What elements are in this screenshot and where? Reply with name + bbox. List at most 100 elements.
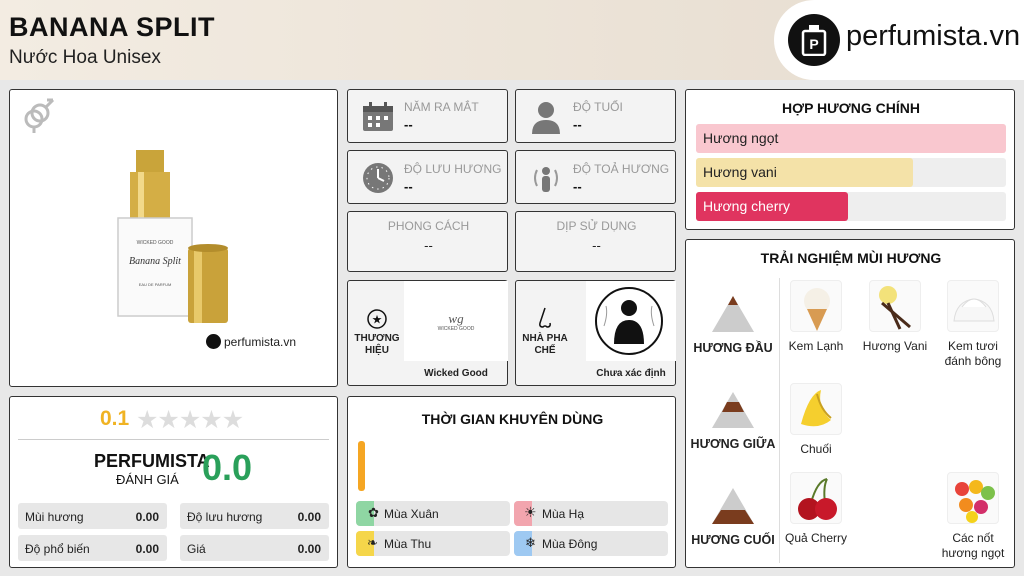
star-icon[interactable]: ★ [136,406,158,434]
ice-cream-image[interactable] [790,280,842,332]
perfumer-card[interactable]: NHÀ PHA CHẾ Chưa xác định [515,280,676,386]
info-occasion: DỊP SỬ DỤNG -- [515,211,676,272]
svg-text:★: ★ [372,313,383,327]
rating-cell-longevity: Độ lưu hương 0.00 [180,503,329,529]
middle-pyramid-icon [712,392,754,428]
note-banana: Chuối [800,442,832,456]
star-icon[interactable]: ★ [157,406,179,434]
accord-bar: Hương cherry [696,192,1006,221]
season-spring[interactable]: ✿ Mùa Xuân [356,501,510,526]
day-indicator-bar [358,441,365,491]
svg-text:P: P [809,36,818,52]
perfumer-avatar-area [586,281,676,361]
rating-cell-price: Giá 0.00 [180,535,329,561]
brand-logo-area: wg WICKED GOOD [404,281,508,361]
star-icon[interactable]: ★ [179,406,201,434]
watermark: perfumista.vn [206,334,296,349]
info-longevity: ĐỘ LƯU HƯƠNG -- [347,150,508,204]
star-icon[interactable]: ★ [200,406,222,434]
rating-big-score: 0.0 [202,447,253,488]
vanilla-image[interactable] [869,280,921,332]
notes-card: TRẢI NGHIỆM MÙI HƯƠNG HƯƠNG ĐẦU HƯƠNG GI… [685,239,1015,568]
style-value: -- [424,238,433,253]
watermark-logo-icon [206,334,221,349]
brand-label: THƯƠNG HIỆU [354,333,400,356]
rating-eval-label: ĐÁNH GIÁ [116,472,179,487]
note-sweet: Các nốt hương ngọt [941,531,1005,560]
season-card: THỜI GIAN KHUYÊN DÙNG ✿ Mùa Xuân ☀ Mùa Hạ … [347,396,676,568]
accords-card: HỢP HƯƠNG CHÍNH Hương ngọt Hương vani Hư… [685,89,1015,230]
bottle-type: EAU DE PARFUM [139,282,172,287]
note-whipped-cream: Kem tươi đánh bông [944,339,1002,368]
accord-bar: Hương ngọt [696,124,1006,153]
perfumer-label: NHÀ PHA CHẾ [522,333,568,356]
accords-title: HỢP HƯƠNG CHÍNH [782,100,920,116]
notes-divider [779,278,780,563]
whipped-cream-image[interactable] [947,280,999,332]
brand-card[interactable]: ★ THƯƠNG HIỆU wg WICKED GOOD Wicked Good [347,280,508,386]
bottle-name: Banana Split [129,256,181,267]
age-label: ĐỘ TUỔI [573,100,623,114]
perfumer-avatar-icon [595,287,663,355]
release-value: -- [404,117,413,132]
site-logo[interactable]: P perfumista.vn [774,0,1024,80]
top-notes-label: HƯƠNG ĐẦU [693,341,773,355]
accord-bar: Hương vani [696,158,1006,187]
perfume-title: BANANA SPLIT [9,12,215,42]
star-icon[interactable]: ★ [222,406,244,434]
occasion-value: -- [592,238,601,253]
perfumer-name[interactable]: Chưa xác định [586,368,676,379]
longevity-label: ĐỘ LƯU HƯƠNG [404,162,502,176]
rating-cell-scent: Mùi hương 0.00 [18,503,167,529]
info-release: NĂM RA MẮT -- [347,89,508,143]
sun-icon: ☀ [524,504,537,520]
sillage-value: -- [573,179,582,194]
top-pyramid-icon [712,296,754,332]
perfume-bottle-image: WICKED GOOD Banana Split EAU DE PARFUM [117,150,228,323]
rating-brand: PERFUMISTA [94,451,210,471]
season-title: THỜI GIAN KHUYÊN DÙNG [421,411,604,427]
flower-icon: ✿ [368,505,379,520]
person-icon [532,102,560,134]
clock-icon [363,163,393,193]
perfume-subtitle: Nước Hoa Unisex [9,47,161,68]
bottle-brand: WICKED GOOD [137,240,174,246]
sweet-notes-image[interactable] [947,472,999,524]
radiating-person-icon [534,167,558,192]
sillage-label: ĐỘ TOẢ HƯƠNG [573,162,670,176]
longevity-value: -- [404,179,413,194]
unisex-icon [24,98,55,133]
note-ice-cream: Kem Lạnh [788,339,844,353]
logo-text: perfumista.vn [846,20,1021,52]
info-age: ĐỘ TUỔI -- [515,89,676,143]
divider [18,439,329,440]
notes-title: TRẢI NGHIỆM MÙI HƯƠNG [760,250,942,266]
base-pyramid-icon [712,488,754,524]
star-rating[interactable]: ★★★★★ [136,405,244,435]
middle-notes-label: HƯƠNG GIỮA [690,437,776,451]
season-summer[interactable]: ☀ Mùa Hạ [514,501,668,526]
calendar-icon [363,102,393,131]
note-vanilla: Hương Vani [862,339,928,353]
occasion-label: DỊP SỬ DỤNG [556,219,637,233]
release-label: NĂM RA MẮT [404,100,479,114]
info-style: PHONG CÁCH -- [347,211,508,272]
style-label: PHONG CÁCH [387,219,470,233]
rating-card: 0.1 ★★★★★ PERFUMISTA ĐÁNH GIÁ 0.0 Mùi hư… [9,396,338,568]
brand-name[interactable]: Wicked Good [404,368,508,379]
leaf-icon: ❧ [367,535,378,550]
rating-cell-popularity: Độ phổ biến 0.00 [18,535,167,561]
rating-score: 0.1 [100,407,130,430]
info-sillage: ĐỘ TOẢ HƯƠNG -- [515,150,676,204]
banana-image[interactable] [790,383,842,435]
season-autumn[interactable]: ❧ Mùa Thu [356,531,510,556]
note-cherry: Quả Cherry [784,531,848,545]
cherry-image[interactable] [790,472,842,524]
snowflake-icon: ❄ [525,535,536,550]
product-card: WICKED GOOD Banana Split EAU DE PARFUM p… [9,89,338,387]
nose-icon [539,307,551,328]
bottle-logo-icon: P [788,14,840,66]
star-badge-icon: ★ [367,309,387,329]
season-winter[interactable]: ❄ Mùa Đông [514,531,668,556]
age-value: -- [573,117,582,132]
